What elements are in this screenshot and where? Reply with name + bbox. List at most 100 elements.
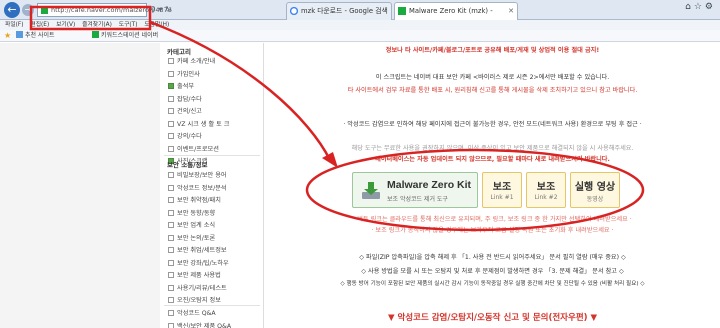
tab-google-search[interactable]: mzk 다운로드 - Google 검색 bbox=[286, 2, 392, 20]
board-icon bbox=[168, 145, 174, 152]
google-icon bbox=[290, 7, 298, 15]
board-icon bbox=[168, 209, 174, 216]
instruction-line: ◇ 사용 방법을 모를 시 또는 오탐지 및 처료 후 문제점이 발생하면 경우… bbox=[361, 268, 624, 275]
report-inquiry-link[interactable]: ▼ 악성코드 감염/오탐지/오동작 신고 및 문의(전자우편) ▼ bbox=[265, 311, 720, 323]
sidebar-menu-label: 보안 동향/동향 bbox=[177, 209, 216, 217]
board-icon bbox=[168, 197, 174, 203]
board-icon bbox=[168, 172, 174, 178]
board-icon bbox=[168, 234, 174, 241]
sidebar-menu-label: 보안 강좌/팁/노하우 bbox=[177, 259, 229, 267]
instruction-line: ◇ 파일(ZIP 압축파일)을 압축 해제 후 「1. 사용 전 반드시 읽어주… bbox=[359, 254, 626, 261]
sidebar-menu-item[interactable]: 이벤트/프로모션 bbox=[168, 145, 219, 155]
board-icon bbox=[168, 120, 174, 127]
cafe-sidebar: 카테고리 카페 소개/안내가입인사출석부잡담/수다건의/신고 VZ 시크 생 활 … bbox=[160, 43, 264, 328]
divider bbox=[164, 305, 260, 306]
sidebar-section-title: 카테고리 bbox=[167, 48, 191, 56]
close-icon[interactable]: ✕ bbox=[508, 3, 514, 19]
site-favicon-icon bbox=[41, 7, 48, 14]
sidebar-menu-label: 가입인사 bbox=[177, 70, 200, 78]
sidebar-menu-label: 잡담/수다 bbox=[177, 95, 202, 103]
favorite-recommended-sites[interactable]: 추천 사이트 bbox=[16, 30, 55, 42]
tab-label: mzk 다운로드 - Google 검색 bbox=[301, 7, 388, 15]
menu-tools[interactable]: 도구(T) bbox=[119, 22, 138, 28]
sidebar-menu-label: 보안 논의/토론 bbox=[177, 234, 216, 242]
sidebar-menu-item[interactable]: 보안 동향/동향 bbox=[168, 209, 215, 219]
sidebar-menu-item[interactable]: 보안 제품 사용법 bbox=[168, 271, 221, 281]
sidebar-menu-item[interactable]: 가입인사 bbox=[168, 70, 200, 80]
sidebar-menu-item[interactable]: 보안 취업/세트정보 bbox=[168, 246, 227, 256]
star-icon[interactable]: ☆ bbox=[694, 2, 705, 12]
sidebar-menu-item[interactable]: 사용기/리뷰/테스트 bbox=[168, 284, 227, 294]
board-icon bbox=[168, 83, 174, 89]
board-icon bbox=[168, 322, 174, 328]
page-margin bbox=[0, 43, 160, 328]
mzk-button-subtitle: 보조 악성코드 제거 도구 bbox=[387, 196, 448, 203]
board-icon bbox=[168, 95, 174, 102]
instruction-line: ◇ 행동 방어 기능이 포함된 보안 제품의 실시간 감시 기능이 동작중일 경… bbox=[340, 281, 645, 287]
sidebar-menu-item[interactable]: 강의/수다 bbox=[168, 132, 202, 142]
usage-notice: 해당 도구는 무료한 사용을 권장하지 않으며, 이상 증상이 있고 보안 제품… bbox=[351, 145, 634, 152]
sidebar-menu-item[interactable]: 건의/신고 bbox=[168, 107, 202, 117]
sidebar-menu-item[interactable]: 카페 소개/안내 bbox=[168, 57, 215, 67]
sidebar-menu-label: 악성코드 정보/분석 bbox=[177, 184, 227, 192]
sidebar-menu-item[interactable]: 잡담/수다 bbox=[168, 95, 202, 105]
sidebar-menu-item[interactable]: 보안 논의/토론 bbox=[168, 234, 215, 244]
sidebar-menu-label: 보안 취업/세트정보 bbox=[177, 247, 227, 254]
sidebar-menu-item[interactable]: 보안 업계 소식 bbox=[168, 221, 215, 231]
naver-cafe-icon bbox=[398, 7, 406, 15]
gear-icon[interactable]: ⚙ bbox=[705, 2, 716, 12]
menu-help[interactable]: 도움말(H) bbox=[144, 22, 169, 28]
sidebar-menu-item[interactable]: 출석부 bbox=[168, 82, 194, 92]
sidebar-menu-item[interactable]: VZ 시크 생 활 토 크 bbox=[168, 120, 229, 130]
favorites-star[interactable]: ★ bbox=[4, 30, 11, 43]
favorite-label: 키워드스테이션 네이버 bbox=[101, 32, 159, 39]
forward-arrow-icon[interactable]: → bbox=[22, 4, 34, 16]
sidebar-menu-label: 출석부 bbox=[177, 83, 195, 90]
back-arrow-icon[interactable]: ← bbox=[4, 2, 20, 18]
window-controls: ⌂☆⚙ bbox=[685, 2, 716, 12]
menu-edit[interactable]: 편집(E) bbox=[30, 22, 49, 28]
sidebar-menu-label: 악성코드 Q&A bbox=[177, 310, 216, 317]
mzk-download-button[interactable]: Malware Zero Kit 보조 악성코드 제거 도구 bbox=[352, 172, 478, 208]
sidebar-menu-item[interactable]: 비밀보장/보안 용어 bbox=[168, 171, 227, 181]
board-icon bbox=[168, 247, 174, 253]
board-icon bbox=[168, 184, 174, 191]
sidebar-menu-label: 건의/신고 bbox=[177, 108, 202, 115]
menu-favorites[interactable]: 즐겨찾기(A) bbox=[82, 22, 112, 28]
copyright-notice: 정보나 타 사이트/카페/블로그/포트로 공유해 배포/게재 및 상업적 이용 … bbox=[385, 47, 600, 54]
sidebar-menu-label: 비밀보장/보안 용어 bbox=[177, 172, 227, 179]
menu-file[interactable]: 파일(F) bbox=[5, 22, 24, 28]
sidebar-menu-item[interactable]: 악성코드 정보/분석 bbox=[168, 184, 227, 194]
board-icon bbox=[168, 259, 174, 266]
refresh-icon[interactable]: ↻ bbox=[165, 5, 172, 14]
favorite-keyword-station[interactable]: 키워드스테이션 네이버 bbox=[92, 30, 158, 42]
sidebar-menu-label: 보안 제품 사용법 bbox=[177, 272, 221, 279]
menu-view[interactable]: 보기(V) bbox=[56, 22, 75, 28]
distribution-notice: 이 스크립트는 네이버 대표 보안 카페 <바이러스 제로 시즌 2>에서만 배… bbox=[375, 74, 610, 81]
sidebar-menu-label: 보안 업계 소식 bbox=[177, 222, 216, 229]
board-icon bbox=[168, 284, 174, 291]
mirror-link-2-button[interactable]: 보조 Link #2 bbox=[526, 172, 566, 208]
sidebar-menu-label: 이벤트/프로모션 bbox=[177, 145, 219, 153]
sidebar-menu-item[interactable]: 백신/보안 제품 Q&A bbox=[168, 322, 231, 328]
sidebar-menu-item[interactable]: 보안 취약점/패치 bbox=[168, 196, 221, 206]
address-bar[interactable]: http://cafe.naver.com/malzero/94376 bbox=[37, 3, 172, 17]
board-icon bbox=[168, 133, 174, 139]
mirror-link-1-button[interactable]: 보조 Link #1 bbox=[482, 172, 522, 208]
demo-video-button[interactable]: 실행 영상 동영상 bbox=[570, 172, 620, 208]
sidebar-menu-label: 오진/오탐지 정보 bbox=[177, 297, 221, 304]
dropdown-icon[interactable]: ▾ bbox=[158, 5, 162, 14]
tab-malware-zero-kit[interactable]: Malware Zero Kit (mzk) - ✕ bbox=[394, 2, 518, 20]
home-icon[interactable]: ⌂ bbox=[685, 2, 694, 12]
board-icon bbox=[168, 297, 174, 303]
sidebar-menu-label: VZ 시크 생 활 토 크 bbox=[177, 120, 230, 128]
favorite-label: 추천 사이트 bbox=[25, 32, 55, 39]
sidebar-menu-item[interactable]: 보안 강좌/팁/노하우 bbox=[168, 259, 229, 269]
download-note: · 보조 링크가 동작하지 않을 경우에는 브라우저 고급 설정 복원 또는 초… bbox=[371, 227, 614, 234]
search-icon[interactable]: ⚲ bbox=[150, 5, 156, 14]
sidebar-menu-item[interactable]: 악성코드 Q&A bbox=[168, 309, 216, 319]
board-icon bbox=[168, 108, 174, 114]
button-title: 보조 bbox=[492, 182, 512, 193]
sidebar-menu-label: 카페 소개/안내 bbox=[177, 58, 216, 65]
download-note: · 버튼 링크는 클라우드를 통해 최신으로 유지되며, 주 링크, 보조 링크… bbox=[353, 216, 632, 223]
